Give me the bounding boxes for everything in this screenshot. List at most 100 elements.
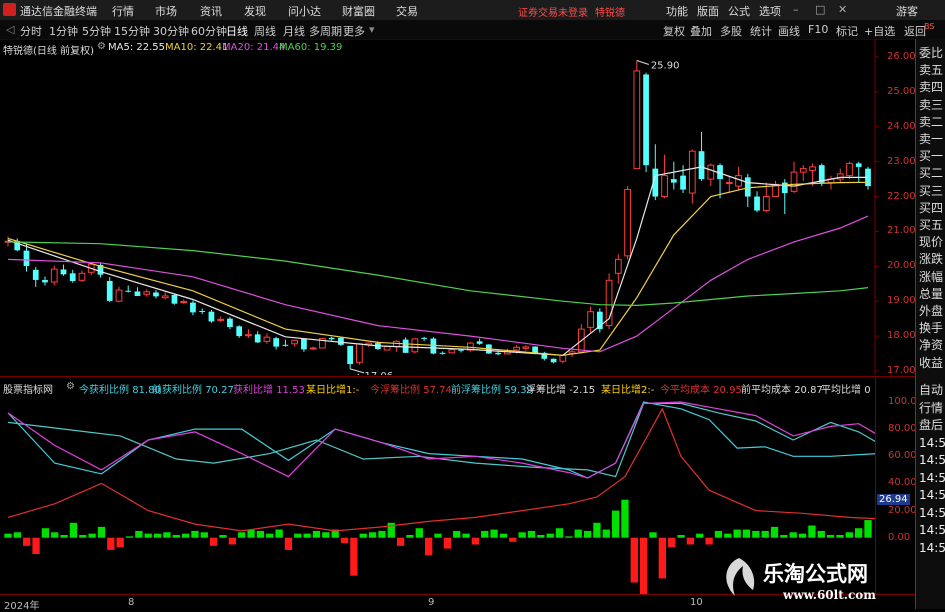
menu-quotes[interactable]: 行情	[112, 3, 134, 19]
menu-news[interactable]: 资讯	[200, 3, 222, 19]
tab-more[interactable]: 更多	[343, 23, 365, 39]
add-watchlist-button[interactable]: +自选	[864, 23, 895, 39]
tab-timeshare[interactable]: 分时	[20, 23, 42, 39]
side-label-9[interactable]: 买四	[919, 201, 943, 215]
stats-button[interactable]: 统计	[750, 23, 772, 39]
indicator-bar	[527, 530, 536, 538]
candle-body	[698, 151, 705, 180]
candle-body	[23, 250, 30, 266]
login-notice[interactable]: 证券交易未登录	[518, 4, 588, 19]
f10-button[interactable]: F10	[808, 23, 828, 36]
side-label-23[interactable]: 14:5	[919, 454, 945, 467]
tab-monthly[interactable]: 月线	[283, 23, 305, 39]
time-label-sep: 9	[428, 597, 435, 608]
menu-discover[interactable]: 发现	[244, 3, 266, 19]
candle-body	[125, 290, 132, 292]
side-label-19[interactable]: 自动	[919, 384, 943, 397]
adjust-button[interactable]: 复权	[663, 23, 685, 39]
side-label-21[interactable]: 盘后	[919, 419, 943, 432]
tab-60min[interactable]: 60分钟	[191, 23, 227, 39]
candle-body	[301, 338, 307, 350]
tab-30min[interactable]: 30分钟	[153, 23, 189, 39]
tab-weekly[interactable]: 周线	[254, 23, 276, 39]
tab-multi-period[interactable]: 多周期	[309, 23, 342, 39]
tab-5min[interactable]: 5分钟	[82, 23, 111, 39]
side-label-25[interactable]: 14:5	[919, 489, 945, 502]
side-label-24[interactable]: 14:5	[919, 471, 945, 485]
menu-trade[interactable]: 交易	[396, 3, 418, 19]
indicator-bar	[462, 533, 470, 538]
chevron-down-icon[interactable]: ▾	[369, 23, 375, 36]
menu-market[interactable]: 市场	[155, 3, 177, 19]
indicator-bar	[359, 533, 367, 538]
side-label-4[interactable]: 卖二	[919, 115, 943, 129]
stock-link[interactable]: 特锐德	[595, 4, 625, 19]
side-label-3[interactable]: 卖三	[919, 98, 943, 112]
side-label-15[interactable]: 外盘	[919, 305, 943, 318]
side-label-7[interactable]: 买二	[919, 167, 943, 180]
indicator-bar	[658, 537, 666, 579]
indicator-bar	[79, 535, 87, 538]
side-label-0[interactable]: 委比	[919, 47, 943, 60]
side-label-18[interactable]: 收益	[919, 356, 943, 370]
indicator-bar	[51, 532, 59, 538]
candle-body	[762, 196, 770, 212]
side-label-26[interactable]: 14:5	[919, 506, 945, 520]
mark-button[interactable]: 标记	[836, 23, 858, 39]
indicator-current-value: 26.94	[877, 494, 910, 506]
app-title: 通达信金融终端	[20, 5, 97, 18]
side-label-10[interactable]: 买五	[919, 219, 943, 232]
indicator-gear-icon[interactable]: ⚙	[66, 381, 75, 392]
menu-formula[interactable]: 公式	[728, 3, 750, 19]
side-label-8[interactable]: 买三	[919, 184, 943, 198]
tab-15min[interactable]: 15分钟	[114, 23, 150, 39]
side-label-2[interactable]: 卖四	[919, 81, 943, 94]
indicator-tick: 40.00	[888, 477, 917, 489]
back-button[interactable]: 返回	[904, 23, 926, 39]
candle-body	[254, 334, 261, 343]
menu-layout[interactable]: 版面	[697, 3, 719, 19]
candlestick-chart[interactable]: 25.90 ←17.06	[0, 39, 915, 375]
side-label-20[interactable]: 行情	[919, 401, 943, 415]
indicator-bar	[88, 533, 96, 538]
side-label-6[interactable]: 买一	[919, 150, 943, 163]
side-label-11[interactable]: 现价	[919, 236, 943, 249]
toolbar-menu-icon[interactable]: ◁	[6, 23, 14, 36]
indicator-bar	[705, 537, 713, 545]
side-label-16[interactable]: 换手	[919, 322, 943, 335]
multi-stock-button[interactable]: 多股	[720, 23, 742, 39]
menu-wealth[interactable]: 财富圈	[342, 3, 375, 19]
menu-assistant[interactable]: 问小达	[288, 3, 321, 19]
user-guest[interactable]: 游客	[896, 3, 918, 19]
side-label-17[interactable]: 净资	[919, 339, 943, 352]
side-label-5[interactable]: 卖一	[919, 133, 943, 146]
draw-line-button[interactable]: 画线	[778, 23, 800, 39]
candle-body	[69, 273, 76, 281]
overlay-button[interactable]: 叠加	[690, 23, 712, 39]
price-tick: 26.00	[887, 51, 916, 62]
side-label-13[interactable]: 涨幅	[919, 270, 943, 284]
indicator-bar	[32, 537, 40, 554]
side-label-27[interactable]: 14:5	[919, 524, 945, 537]
indicator-bar	[4, 533, 12, 538]
tab-1min[interactable]: 1分钟	[49, 23, 78, 39]
indicator-bar	[453, 530, 461, 538]
indicator-bar	[509, 537, 517, 542]
indicator-bar	[836, 535, 844, 538]
close-icon[interactable]: ✕	[838, 3, 847, 16]
candle-body	[643, 74, 649, 166]
maximize-icon[interactable]: □	[815, 3, 825, 16]
menu-options[interactable]: 选项	[759, 3, 781, 19]
side-label-1[interactable]: 卖五	[919, 64, 943, 77]
side-label-12[interactable]: 涨跌	[919, 253, 943, 266]
candle-body	[550, 358, 557, 363]
side-label-22[interactable]: 14:5	[919, 436, 945, 450]
minimize-icon[interactable]: –	[793, 3, 799, 16]
menu-function[interactable]: 功能	[666, 3, 688, 19]
indicator-bar	[256, 530, 265, 538]
side-label-28[interactable]: 14:5	[919, 541, 945, 555]
candle-body	[476, 341, 483, 344]
tab-daily[interactable]: 日线	[226, 23, 248, 39]
side-label-14[interactable]: 总量	[919, 287, 943, 301]
candle-body	[430, 338, 437, 354]
